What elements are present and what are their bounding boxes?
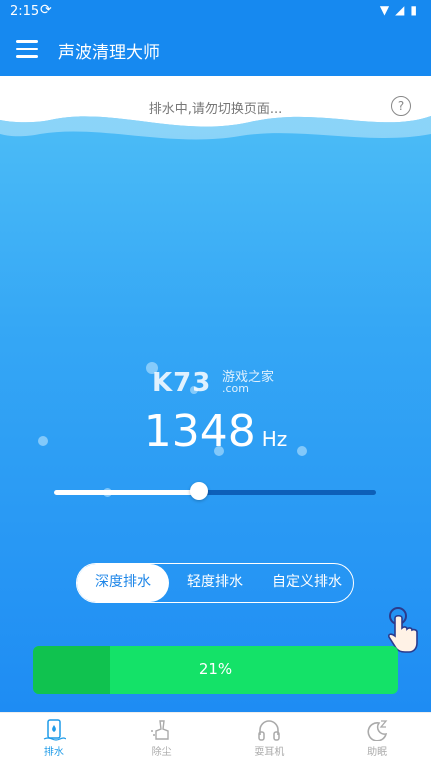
watermark-logo: K73 游戏之家 .com — [152, 368, 274, 398]
moon-sleep-icon — [367, 720, 388, 741]
drain-mode-switch: 深度排水 轻度排水 自定义排水 — [76, 563, 354, 603]
frequency-unit: Hz — [261, 427, 288, 451]
mode-tab-custom[interactable]: 自定义排水 — [261, 564, 353, 602]
wifi-icon: ▼ — [379, 3, 390, 17]
drain-phone-icon — [43, 719, 66, 741]
slider-thumb[interactable] — [189, 482, 208, 500]
status-time: 2:15 — [10, 4, 40, 19]
mode-tab-deep[interactable]: 深度排水 — [77, 564, 169, 602]
bottom-navigation: 排水 除尘 耍耳机 助眠 — [0, 712, 431, 767]
slider-fill — [54, 490, 199, 495]
app-title: 声波清理大师 — [58, 43, 160, 63]
signal-icon: ◢ — [395, 3, 405, 17]
drain-progress-bar: 21% — [33, 646, 398, 694]
battery-icon: ▮ — [410, 3, 417, 17]
status-bar: 2:15 ⟳ ▼ ◢ ▮ — [0, 0, 431, 24]
drain-panel: 排水中,请勿切换页面... ? K73 游戏之家 .com 1348 Hz 深度排… — [0, 76, 431, 712]
status-icons: ▼ ◢ ▮ — [380, 3, 417, 17]
nav-item-drain[interactable]: 排水 — [0, 713, 108, 767]
frequency-value: 1348 — [143, 406, 256, 457]
watermark-brand: K73 — [152, 368, 212, 398]
frequency-slider[interactable] — [54, 482, 376, 500]
help-icon[interactable]: ? — [391, 96, 411, 116]
mode-tab-light[interactable]: 轻度排水 — [169, 564, 261, 602]
nav-item-headphones[interactable]: 耍耳机 — [216, 713, 324, 767]
app-bar: 声波清理大师 — [0, 24, 431, 76]
headphones-icon — [258, 720, 281, 741]
nav-item-sleep[interactable]: 助眠 — [323, 713, 431, 767]
nav-label-dust: 除尘 — [151, 747, 172, 758]
nav-label-drain: 排水 — [43, 747, 64, 758]
progress-label: 21% — [198, 660, 233, 678]
watermark-domain: .com — [222, 382, 249, 395]
sync-icon: ⟳ — [40, 2, 52, 18]
dust-clean-icon — [150, 720, 169, 740]
nav-label-headphones: 耍耳机 — [254, 747, 285, 758]
frequency-display: 1348 Hz — [0, 406, 431, 457]
drain-status-message: 排水中,请勿切换页面... — [148, 102, 283, 117]
menu-icon[interactable] — [16, 40, 38, 58]
nav-item-dust[interactable]: 除尘 — [108, 713, 216, 767]
nav-label-sleep: 助眠 — [367, 747, 388, 758]
